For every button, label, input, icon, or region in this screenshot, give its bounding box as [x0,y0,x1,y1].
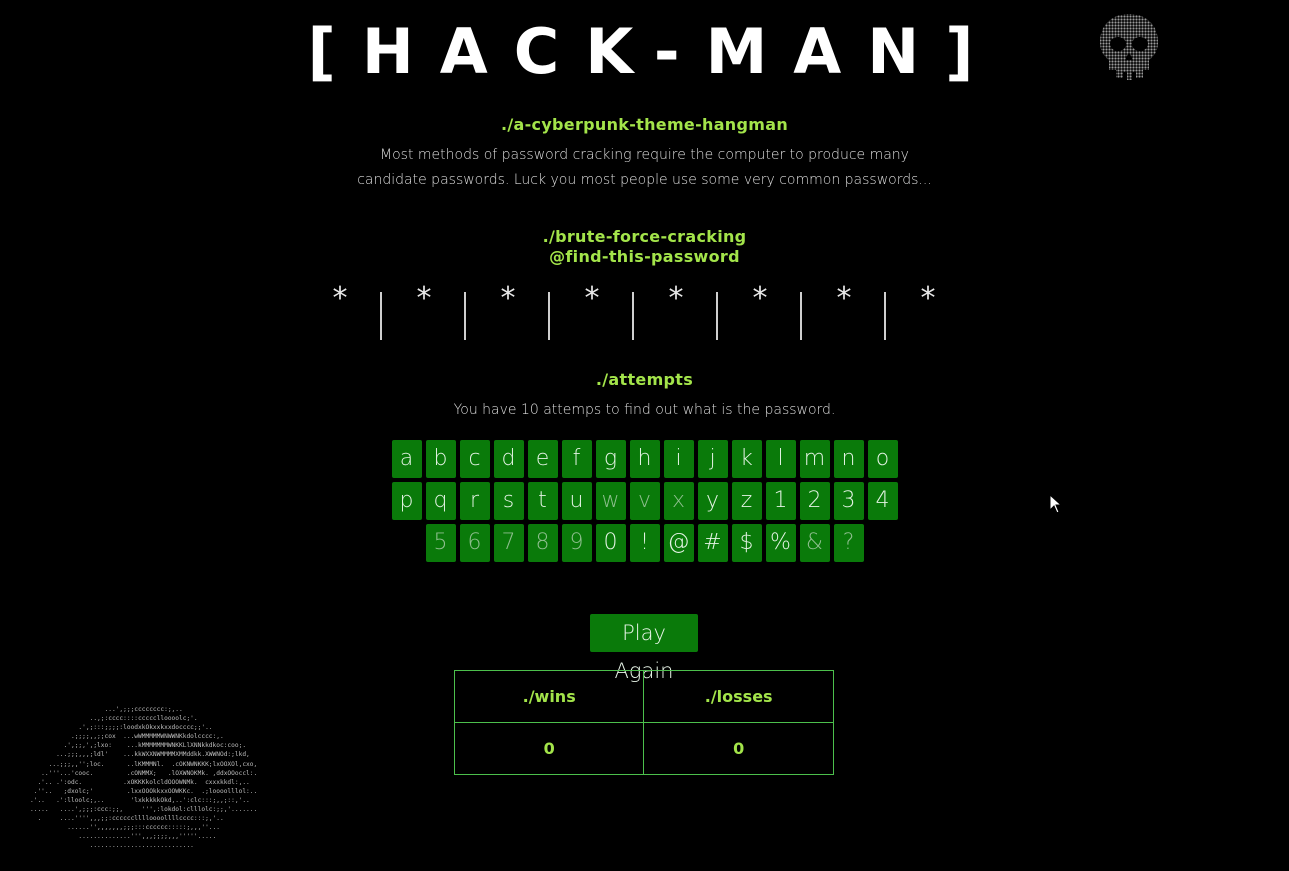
key-f[interactable]: f [561,440,592,478]
key-i[interactable]: i [663,440,694,478]
key-a[interactable]: a [391,440,422,478]
keyboard-row-3: 5 6 7 8 9 0 ! @ # $ % & ? [0,524,1289,562]
mouse-cursor-icon [1049,494,1063,514]
key-y[interactable]: y [697,482,728,520]
keyboard-row-1: a b c d e f g h i j k l m n o [0,440,1289,478]
key-2[interactable]: 2 [799,482,830,520]
password-char: * [500,281,516,316]
key-q[interactable]: q [425,482,456,520]
key-x[interactable]: x [663,482,694,520]
key-m[interactable]: m [799,440,830,478]
wins-count: 0 [453,722,645,775]
play-again-button[interactable]: Play Again [590,614,698,683]
password-slot: * [802,284,886,340]
password-slot: * [718,284,802,340]
letter-keyboard: a b c d e f g h i j k l m n o p q r s t … [0,440,1289,566]
intro-text-line2: candidate passwords. Luck you most peopl… [357,172,932,188]
password-char: * [584,281,600,316]
key-3[interactable]: 3 [833,482,864,520]
key-v[interactable]: v [629,482,660,520]
losses-header: ./losses [643,670,834,723]
key-question[interactable]: ? [833,524,864,562]
password-subheading: @find-this-password [549,247,740,266]
attempts-text: You have 10 attemps to find out what is … [453,402,836,418]
password-slot: * [886,284,970,340]
key-b[interactable]: b [425,440,456,478]
key-g[interactable]: g [595,440,626,478]
keyboard-row-2: p q r s t u w v x y z 1 2 3 4 [0,482,1289,520]
key-n[interactable]: n [833,440,864,478]
eye-ascii-art: ...',;;;cccccccc:;,.. ..,;:cccc::::ccccc… [30,706,258,850]
key-u[interactable]: u [561,482,592,520]
password-slots: * * * * * * * * [298,284,970,340]
key-s[interactable]: s [493,482,524,520]
password-char: * [752,281,768,316]
key-5[interactable]: 5 [425,524,456,562]
key-0[interactable]: 0 [595,524,626,562]
wins-header: ./wins [453,670,645,723]
skull-icon [1100,14,1158,80]
key-6[interactable]: 6 [459,524,490,562]
key-l[interactable]: l [765,440,796,478]
key-percent[interactable]: % [765,524,796,562]
key-h[interactable]: h [629,440,660,478]
key-4[interactable]: 4 [867,482,898,520]
password-heading: ./brute-force-cracking [542,227,747,246]
key-o[interactable]: o [867,440,898,478]
key-8[interactable]: 8 [527,524,558,562]
password-slot: * [298,284,382,340]
key-j[interactable]: j [697,440,728,478]
key-k[interactable]: k [731,440,762,478]
key-at[interactable]: @ [663,524,694,562]
key-1[interactable]: 1 [765,482,796,520]
game-page: [HACK-MAN] ./a-cyberpunk-theme-hangman M… [0,0,1289,871]
key-hash[interactable]: # [697,524,728,562]
key-p[interactable]: p [391,482,422,520]
password-slot: * [634,284,718,340]
attempts-heading: ./attempts [595,370,694,389]
intro-heading: ./a-cyberpunk-theme-hangman [500,115,789,134]
key-t[interactable]: t [527,482,558,520]
score-header-row: ./wins ./losses [453,670,834,723]
intro-text-line1: Most methods of password cracking requir… [380,147,909,163]
key-d[interactable]: d [493,440,524,478]
intro-text: Most methods of password cracking requir… [0,143,1289,193]
key-z[interactable]: z [731,482,762,520]
key-e[interactable]: e [527,440,558,478]
password-char: * [332,281,348,316]
key-7[interactable]: 7 [493,524,524,562]
losses-count: 0 [643,722,834,775]
key-c[interactable]: c [459,440,490,478]
key-exclamation[interactable]: ! [629,524,660,562]
password-char: * [416,281,432,316]
key-w[interactable]: w [595,482,626,520]
password-char: * [836,281,852,316]
key-9[interactable]: 9 [561,524,592,562]
key-ampersand[interactable]: & [799,524,830,562]
key-dollar[interactable]: $ [731,524,762,562]
score-value-row: 0 0 [453,722,834,775]
score-table: ./wins ./losses 0 0 [453,670,834,775]
password-char: * [668,281,684,316]
password-slot: * [466,284,550,340]
password-char: * [920,281,936,316]
password-slot: * [382,284,466,340]
key-r[interactable]: r [459,482,490,520]
password-slot: * [550,284,634,340]
